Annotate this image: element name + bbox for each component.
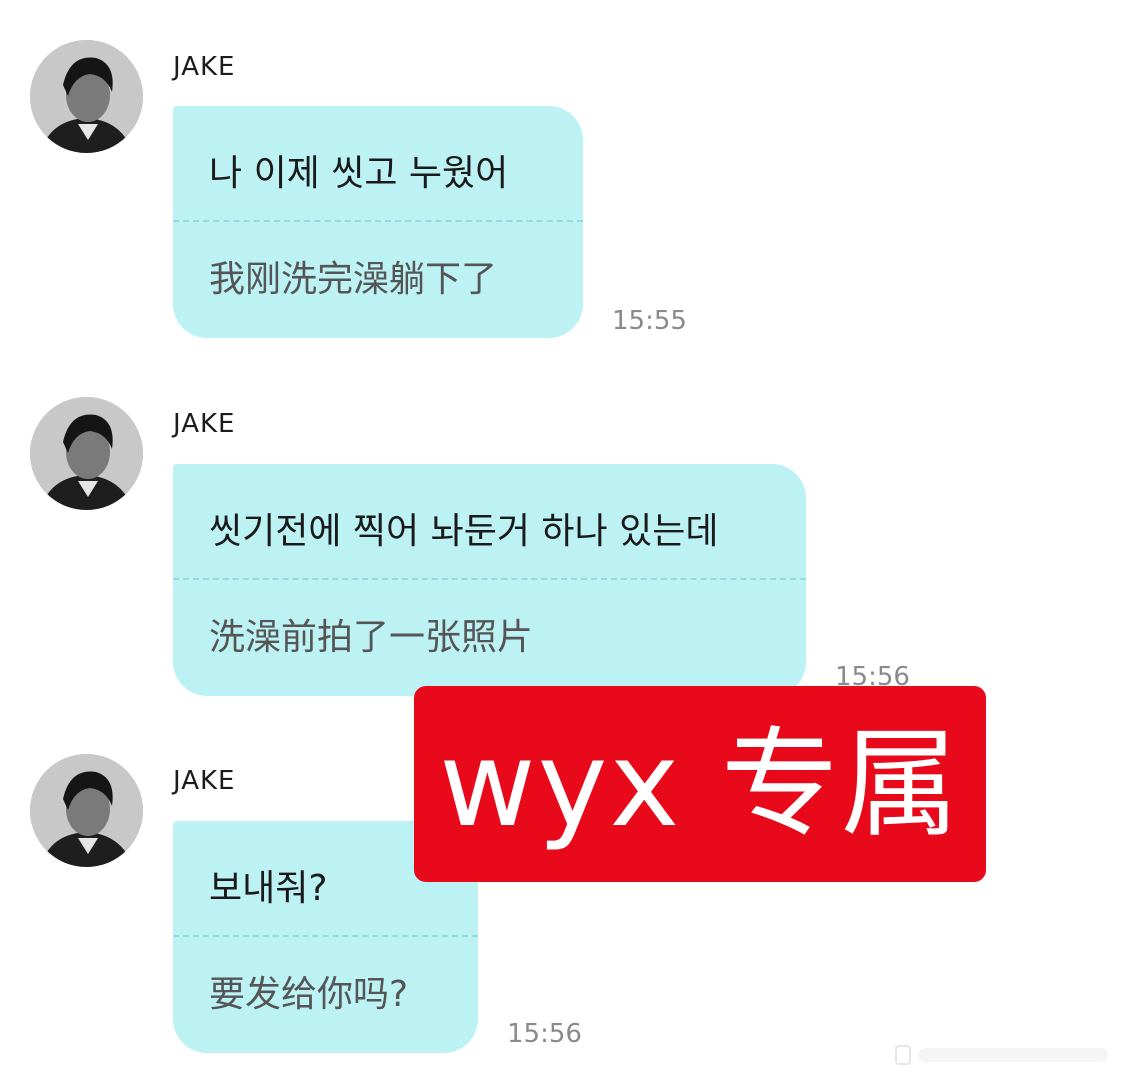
original-text: 나 이제 씻고 누웠어 [209, 153, 509, 194]
translation-text: 洗澡前拍了一张照片 [209, 617, 534, 658]
original-text: 씻기전에 찍어 놔둔거 하나 있는데 [209, 511, 719, 552]
message-bubble[interactable]: 나 이제 씻고 누웠어 我刚洗完澡躺下了 [173, 106, 583, 338]
avatar[interactable] [30, 40, 143, 153]
message-bubble[interactable]: 씻기전에 찍어 놔둔거 하나 있는데 洗澡前拍了一张照片 [173, 464, 806, 696]
sender-name: JAKE [173, 52, 236, 82]
avatar[interactable] [30, 754, 143, 867]
translation-text: 我刚洗完澡躺下了 [209, 259, 498, 300]
translation-text: 要发给你吗? [209, 974, 409, 1015]
timestamp: 15:55 [612, 306, 687, 336]
profile-photo-icon [30, 397, 143, 510]
profile-photo-icon [30, 754, 143, 867]
corner-watermark-icon [895, 1045, 1108, 1065]
sender-name: JAKE [173, 766, 236, 796]
timestamp: 15:56 [507, 1019, 582, 1049]
sender-name: JAKE [173, 409, 236, 439]
watermark-badge: wyx 专属 [414, 686, 986, 882]
profile-photo-icon [30, 40, 143, 153]
watermark-text: wyx 专属 [439, 715, 961, 853]
avatar[interactable] [30, 397, 143, 510]
